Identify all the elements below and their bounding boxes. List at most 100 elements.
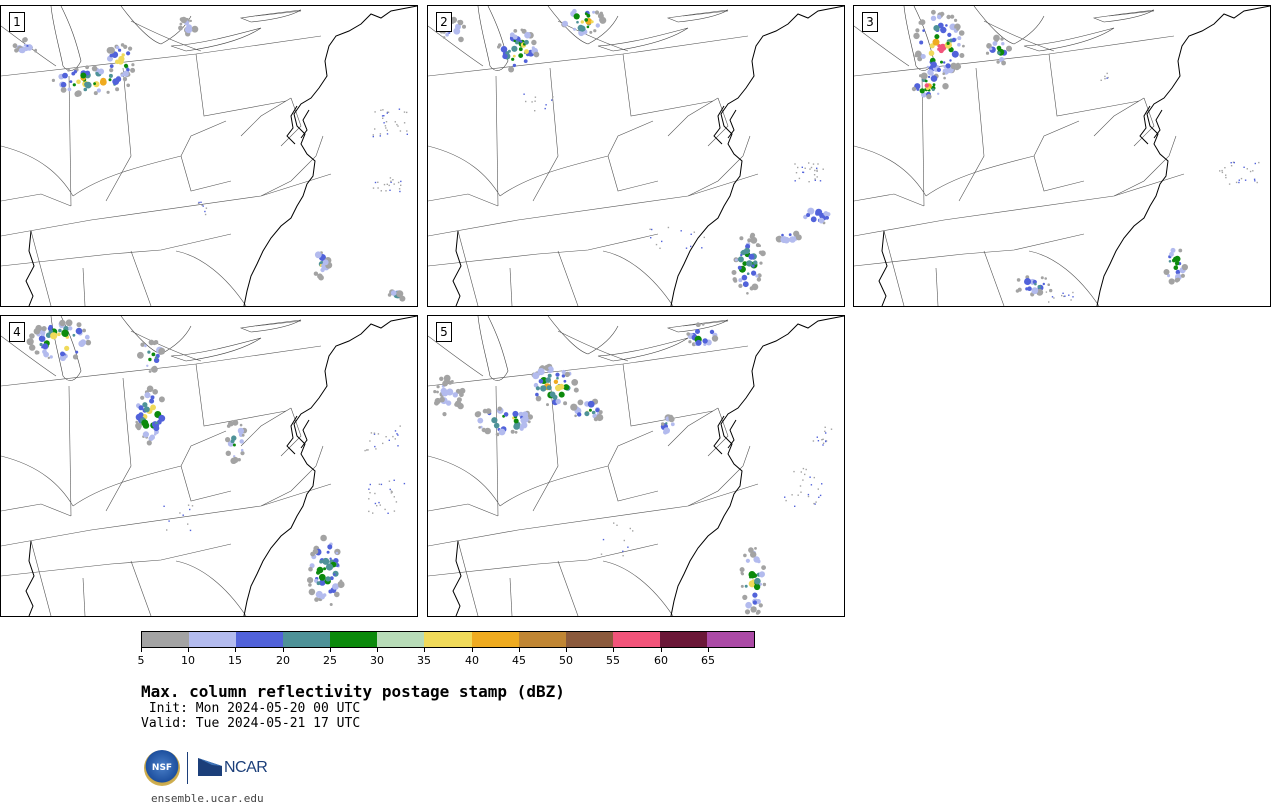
precip-cluster (433, 374, 466, 417)
logo-row: NSF NCAR (144, 750, 274, 790)
colorbar-tick (141, 648, 142, 652)
colorbar-swatch (189, 632, 237, 647)
colorbar-swatch (518, 632, 566, 647)
precip-cluster (775, 230, 802, 244)
precip-cluster (313, 251, 333, 281)
logo-divider (187, 752, 188, 784)
precip-specks (649, 226, 705, 249)
precip-cluster (570, 398, 604, 422)
precip-specks (364, 425, 401, 452)
precip-cluster (1163, 247, 1188, 285)
colorbar-swatch (612, 632, 660, 647)
colorbar (141, 631, 755, 648)
colorbar-tick (708, 648, 709, 652)
precip-cluster (225, 419, 248, 464)
precip-specks (523, 93, 554, 112)
colorbar-swatch (659, 632, 707, 647)
precip-cluster (135, 385, 166, 446)
colorbar-tick-label: 45 (512, 654, 526, 667)
stamp-panel-1: 1 (0, 5, 418, 307)
colorbar-tick-label: 35 (417, 654, 431, 667)
precip-cluster (739, 547, 767, 615)
colorbar-tick-label: 25 (323, 654, 337, 667)
precip-specks (812, 426, 833, 446)
colorbar-tick-label: 20 (276, 654, 290, 667)
map-4 (1, 316, 417, 616)
precip-cluster (913, 9, 965, 80)
colorbar-tick-label: 5 (137, 654, 145, 667)
panel-label: 3 (862, 12, 878, 32)
colorbar-tick (519, 648, 520, 652)
stamp-panel-3: 3 (853, 5, 1271, 307)
colorbar-tick (661, 648, 662, 652)
colorbar-tick (424, 648, 425, 652)
colorbar-tick-label: 60 (654, 654, 668, 667)
colorbar-swatch (142, 632, 190, 647)
colorbar-ticks: 5 10 15 20 25 30 35 40 45 50 55 60 65 (137, 648, 755, 668)
precip-cluster (26, 319, 92, 362)
init-time: Init: Mon 2024-05-20 00 UTC (141, 701, 361, 716)
colorbar-swatch (330, 632, 378, 647)
colorbar-swatch (236, 632, 284, 647)
precip-cluster (803, 207, 831, 225)
nsf-logo: NSF (144, 750, 180, 786)
precip-cluster (731, 232, 766, 295)
map-1 (1, 6, 417, 306)
precip-specks (600, 522, 634, 557)
colorbar-tick (283, 648, 284, 652)
panel-label: 4 (9, 322, 25, 342)
panel-label: 5 (436, 322, 452, 342)
precip-specks (784, 467, 823, 507)
colorbar-tick (377, 648, 378, 652)
precip-specks (372, 108, 408, 138)
map-5 (428, 316, 844, 616)
colorbar-tick-label: 15 (228, 654, 242, 667)
colorbar-swatch (377, 632, 425, 647)
map-3 (854, 6, 1270, 306)
precip-cluster (911, 72, 949, 100)
colorbar-tick (566, 648, 567, 652)
panel-label: 1 (9, 12, 25, 32)
colorbar-tick-label: 10 (181, 654, 195, 667)
precip-cluster (307, 534, 345, 606)
precip-specks (1100, 72, 1109, 81)
precip-cluster (1015, 275, 1053, 297)
colorbar-swatch (471, 632, 519, 647)
colorbar-tick (188, 648, 189, 652)
map-2 (428, 6, 844, 306)
figure-title: Max. column reflectivity postage stamp (… (141, 682, 565, 701)
precip-cluster (561, 8, 607, 37)
colorbar-tick (330, 648, 331, 652)
colorbar-swatch (424, 632, 472, 647)
colorbar-swatch (283, 632, 331, 647)
precip-cluster (660, 414, 675, 435)
panel-label: 2 (436, 12, 452, 32)
precip-cluster (51, 65, 130, 97)
colorbar-swatch (706, 632, 755, 647)
colorbar-swatch (565, 632, 613, 647)
colorbar-tick (472, 648, 473, 652)
colorbar-tick-label: 55 (606, 654, 620, 667)
precip-specks (794, 162, 824, 183)
colorbar-tick-label: 50 (559, 654, 573, 667)
stamp-panel-4: 4 (0, 315, 418, 617)
colorbar-tick-label: 30 (370, 654, 384, 667)
stamp-panel-2: 2 (427, 5, 845, 307)
precip-cluster (178, 16, 199, 37)
precip-cluster (12, 37, 37, 54)
colorbar-tick (613, 648, 614, 652)
stamp-panel-5: 5 (427, 315, 845, 617)
valid-time: Valid: Tue 2024-05-21 17 UTC (141, 716, 361, 731)
precip-specks (1045, 291, 1074, 303)
precip-specks (368, 479, 406, 514)
ncar-logo-text: NCAR (224, 759, 268, 776)
precip-cluster (474, 406, 533, 437)
colorbar-tick-label: 65 (701, 654, 715, 667)
footer-url: ensemble.ucar.edu (151, 792, 264, 805)
precip-cluster (387, 289, 406, 302)
colorbar-tick (235, 648, 236, 652)
ncar-mark-icon (198, 758, 222, 776)
precip-specks (1219, 161, 1260, 185)
precip-specks (372, 177, 402, 193)
colorbar-tick-label: 40 (465, 654, 479, 667)
